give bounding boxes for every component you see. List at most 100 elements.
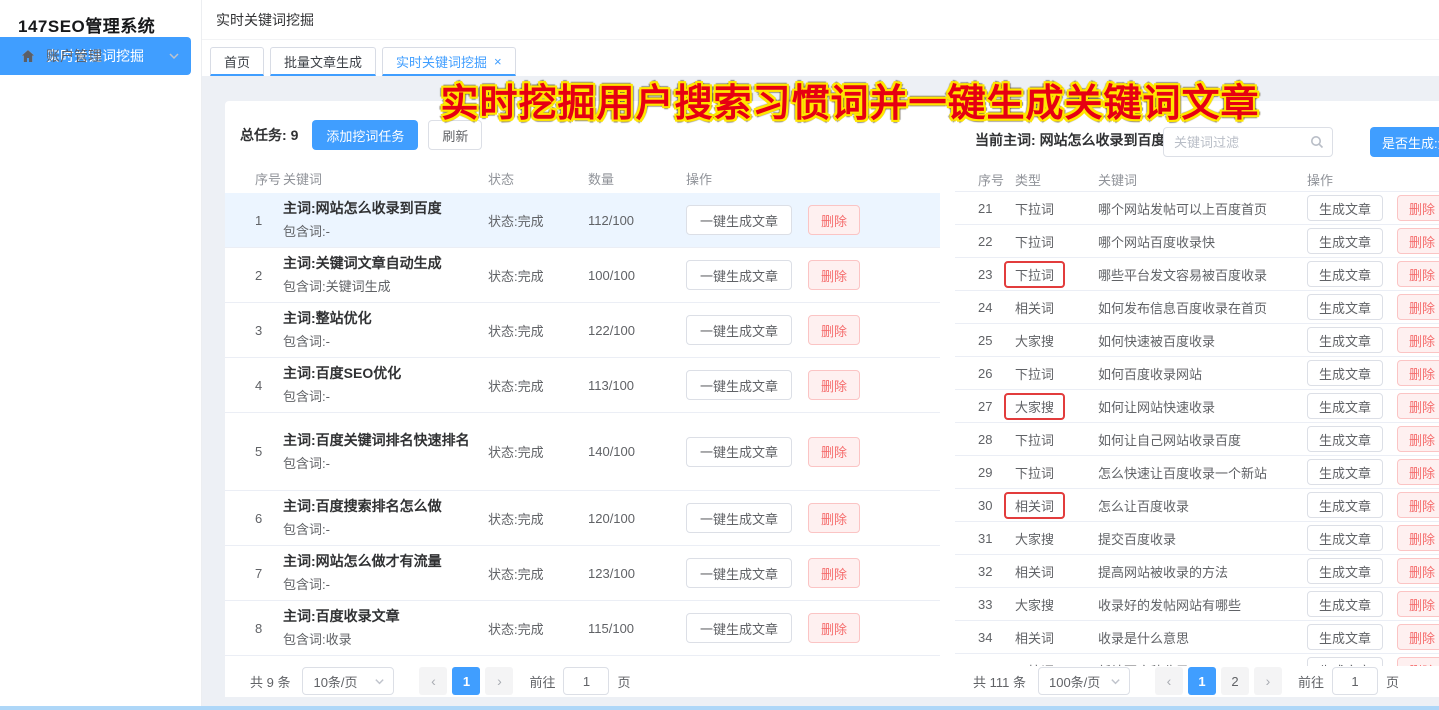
row-index: 4 bbox=[255, 378, 283, 393]
generate-article-button[interactable]: 生成文章 bbox=[1307, 327, 1383, 353]
tab[interactable]: 批量文章生成 × bbox=[270, 47, 376, 76]
row-index: 21 bbox=[978, 201, 1015, 216]
keyword-type: 相关词 bbox=[1015, 560, 1054, 583]
page-number-button[interactable]: 1 bbox=[1188, 667, 1216, 695]
tab[interactable]: 实时关键词挖掘 × bbox=[382, 47, 516, 76]
delete-button[interactable]: 删除 bbox=[1397, 426, 1439, 452]
page-size-select[interactable]: 100条/页 bbox=[1038, 667, 1130, 695]
keyword-row: 23 下拉词 哪些平台发文容易被百度收录 生成文章 删除 bbox=[955, 258, 1439, 291]
generate-article-button[interactable]: 生成文章 bbox=[1307, 294, 1383, 320]
generate-article-button[interactable]: 一键生成文章 bbox=[686, 260, 792, 290]
task-main-keyword: 主词:百度搜索排名怎么做 bbox=[283, 496, 478, 517]
keyword-type: 大家搜 bbox=[1015, 527, 1054, 550]
keyword-text: 怎么快速让百度收录一个新站 bbox=[1098, 463, 1307, 482]
delete-button[interactable]: 删除 bbox=[808, 558, 860, 588]
keyword-text: 如何百度收录网站 bbox=[1098, 364, 1307, 383]
delete-button[interactable]: 删除 bbox=[1397, 393, 1439, 419]
total-count: 共 9 条 bbox=[250, 672, 290, 691]
generate-article-button[interactable]: 一键生成文章 bbox=[686, 205, 792, 235]
keyword-row: 31 大家搜 提交百度收录 生成文章 删除 bbox=[955, 522, 1439, 555]
chevron-down-icon bbox=[1110, 676, 1121, 687]
delete-button[interactable]: 删除 bbox=[1397, 360, 1439, 386]
total-value: 9 bbox=[291, 127, 299, 143]
close-icon[interactable]: × bbox=[494, 55, 502, 68]
delete-button[interactable]: 删除 bbox=[808, 260, 860, 290]
next-page-button[interactable]: › bbox=[1254, 667, 1282, 695]
row-index: 7 bbox=[255, 566, 283, 581]
keyword-panel: 当前主词: 网站怎么收录到百度 是否生成:全 序号 类型 关键词 操作 21 下… bbox=[955, 101, 1439, 697]
generate-article-button[interactable]: 一键生成文章 bbox=[686, 503, 792, 533]
generate-article-button[interactable]: 一键生成文章 bbox=[686, 437, 792, 467]
task-row: 4 主词:百度SEO优化 包含词:- 状态:完成 113/100 一键生成文章 … bbox=[225, 358, 940, 413]
delete-button[interactable]: 删除 bbox=[1397, 525, 1439, 551]
keyword-table-header: 序号 类型 关键词 操作 bbox=[955, 168, 1439, 192]
delete-button[interactable]: 删除 bbox=[1397, 294, 1439, 320]
delete-button[interactable]: 删除 bbox=[1397, 261, 1439, 287]
col-no: 序号 bbox=[978, 170, 1015, 189]
keyword-type: 下拉词 bbox=[1015, 362, 1054, 385]
prev-page-button[interactable]: ‹ bbox=[419, 667, 447, 695]
generate-article-button[interactable]: 一键生成文章 bbox=[686, 315, 792, 345]
delete-button[interactable]: 删除 bbox=[1397, 624, 1439, 650]
task-count: 100/100 bbox=[588, 268, 686, 283]
row-index: 8 bbox=[255, 621, 283, 636]
generate-article-button[interactable]: 一键生成文章 bbox=[686, 370, 792, 400]
generate-article-button[interactable]: 生成文章 bbox=[1307, 624, 1383, 650]
generate-all-button[interactable]: 是否生成:全 bbox=[1370, 127, 1439, 157]
generate-article-button[interactable]: 一键生成文章 bbox=[686, 613, 792, 643]
delete-button[interactable]: 删除 bbox=[1397, 195, 1439, 221]
generate-article-button[interactable]: 生成文章 bbox=[1307, 360, 1383, 386]
generate-article-button[interactable]: 一键生成文章 bbox=[686, 558, 792, 588]
generate-article-button[interactable]: 生成文章 bbox=[1307, 195, 1383, 221]
delete-button[interactable]: 删除 bbox=[808, 437, 860, 467]
row-index: 35 bbox=[978, 663, 1015, 667]
row-index: 34 bbox=[978, 630, 1015, 645]
keyword-type: 下拉词 bbox=[1004, 261, 1065, 288]
generate-article-button[interactable]: 生成文章 bbox=[1307, 459, 1383, 485]
delete-button[interactable]: 删除 bbox=[1397, 228, 1439, 254]
next-page-button[interactable]: › bbox=[485, 667, 513, 695]
generate-article-button[interactable]: 生成文章 bbox=[1307, 558, 1383, 584]
delete-button[interactable]: 删除 bbox=[808, 613, 860, 643]
row-index: 6 bbox=[255, 511, 283, 526]
page-number-button[interactable]: 2 bbox=[1221, 667, 1249, 695]
delete-button[interactable]: 删除 bbox=[1397, 327, 1439, 353]
total-label: 总任务: bbox=[240, 127, 287, 143]
row-index: 29 bbox=[978, 465, 1015, 480]
generate-article-button[interactable]: 生成文章 bbox=[1307, 591, 1383, 617]
generate-article-button[interactable]: 生成文章 bbox=[1307, 228, 1383, 254]
tab[interactable]: 首页 × bbox=[210, 47, 264, 76]
keyword-type: 下拉词 bbox=[1015, 197, 1054, 220]
delete-button[interactable]: 删除 bbox=[808, 370, 860, 400]
row-index: 26 bbox=[978, 366, 1015, 381]
generate-article-button[interactable]: 生成文章 bbox=[1307, 261, 1383, 287]
delete-button[interactable]: 删除 bbox=[1397, 492, 1439, 518]
delete-button[interactable]: 删除 bbox=[1397, 558, 1439, 584]
task-count: 123/100 bbox=[588, 566, 686, 581]
keyword-filter-input[interactable] bbox=[1174, 135, 1299, 150]
generate-article-button[interactable]: 生成文章 bbox=[1307, 525, 1383, 551]
generate-article-button[interactable]: 生成文章 bbox=[1307, 657, 1383, 666]
delete-button[interactable]: 删除 bbox=[1397, 459, 1439, 485]
delete-button[interactable]: 删除 bbox=[808, 205, 860, 235]
delete-button[interactable]: 删除 bbox=[808, 315, 860, 345]
generate-article-button[interactable]: 生成文章 bbox=[1307, 426, 1383, 452]
keyword-text: 哪个网站发帖可以上百度首页 bbox=[1098, 199, 1307, 218]
delete-button[interactable]: 删除 bbox=[1397, 591, 1439, 617]
goto-page-input[interactable] bbox=[1332, 667, 1378, 695]
page-number-button[interactable]: 1 bbox=[452, 667, 480, 695]
tab-label: 批量文章生成 bbox=[284, 52, 362, 71]
keyword-row: 26 下拉词 如何百度收录网站 生成文章 删除 bbox=[955, 357, 1439, 390]
sidebar-item[interactable]: 账户管理 bbox=[0, 37, 202, 75]
task-include-words: 包含词:- bbox=[283, 331, 488, 352]
delete-button[interactable]: 删除 bbox=[1397, 657, 1439, 666]
prev-page-button[interactable]: ‹ bbox=[1155, 667, 1183, 695]
goto-page-input[interactable] bbox=[563, 667, 609, 695]
page-size-select[interactable]: 10条/页 bbox=[302, 667, 394, 695]
delete-button[interactable]: 删除 bbox=[808, 503, 860, 533]
generate-article-button[interactable]: 生成文章 bbox=[1307, 492, 1383, 518]
row-index: 2 bbox=[255, 268, 283, 283]
task-main-keyword: 主词:百度收录文章 bbox=[283, 606, 478, 627]
generate-article-button[interactable]: 生成文章 bbox=[1307, 393, 1383, 419]
total-tasks-label: 总任务: 9 bbox=[240, 125, 298, 145]
